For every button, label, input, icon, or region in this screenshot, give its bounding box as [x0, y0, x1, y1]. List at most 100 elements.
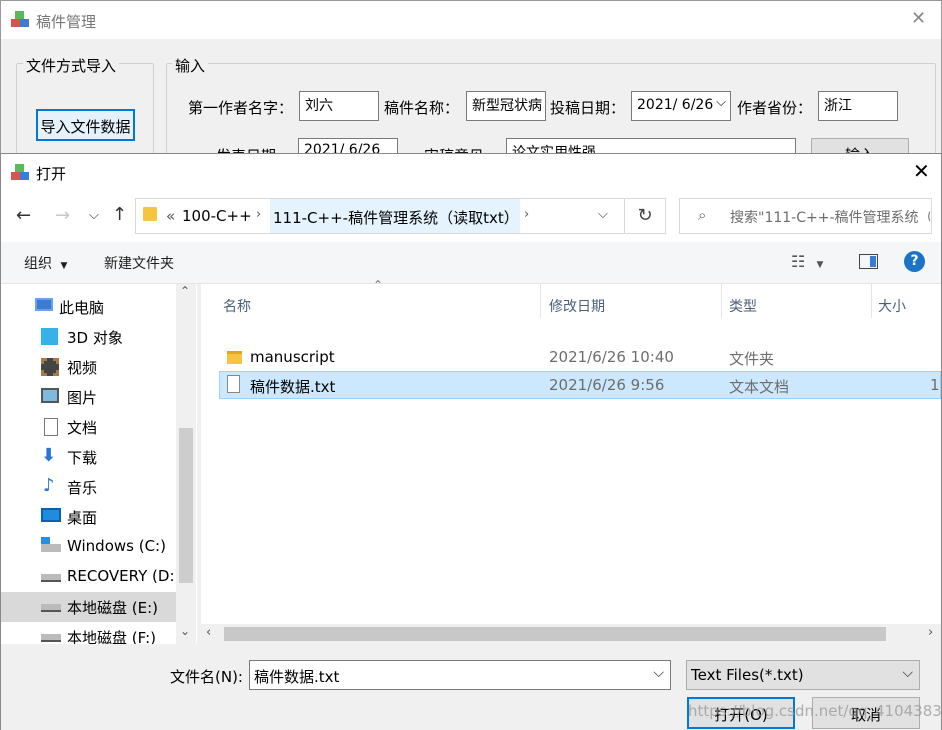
file-type: 文件夹	[729, 350, 775, 368]
filename-input[interactable]: 稿件数据.txt ⌵	[249, 660, 671, 690]
nav-item-local-disk-e[interactable]: 本地磁盘 (E:)	[1, 592, 176, 622]
submit-date-label: 投稿日期：	[550, 99, 626, 117]
breadcrumb-separator-icon: ›	[524, 207, 530, 222]
file-modified: 2021/6/26 10:40	[549, 348, 674, 366]
nav-scrollbar[interactable]: ⌃ ⌄	[176, 284, 196, 644]
dialog-title: 打开	[36, 165, 67, 183]
column-header-modified[interactable]: 修改日期	[549, 288, 605, 322]
file-type-filter[interactable]: Text Files(*.txt) ⌵	[686, 660, 920, 690]
nav-label: 3D 对象	[67, 329, 123, 347]
address-dropdown-chevron-icon[interactable]: ⌵	[598, 207, 608, 222]
column-divider[interactable]	[871, 284, 872, 318]
windows-logo-icon	[41, 537, 50, 544]
nav-item-local-disk-f[interactable]: 本地磁盘 (F:)	[1, 622, 176, 644]
close-icon[interactable]: ✕	[911, 9, 926, 29]
scroll-left-icon[interactable]: ‹	[206, 625, 211, 640]
column-divider[interactable]	[721, 284, 722, 318]
organize-menu[interactable]: 组织 ▼	[24, 253, 67, 273]
nav-item-windows-c[interactable]: Windows (C:)	[1, 532, 176, 562]
file-row-manuscript-data-txt[interactable]: 稿件数据.txt 2021/6/26 9:56 文本文档 1	[219, 371, 941, 399]
back-arrow-icon[interactable]: ←	[16, 206, 31, 226]
filename-label: 文件名(N):	[170, 668, 243, 686]
recent-locations-chevron-icon[interactable]: ⌵	[89, 206, 99, 226]
chevron-down-icon: ⌵	[716, 95, 726, 110]
nav-label: 音乐	[67, 479, 98, 497]
nav-item-recovery-d[interactable]: RECOVERY (D:)	[1, 562, 180, 592]
file-row-manuscript[interactable]: manuscript 2021/6/26 10:40 文件夹	[219, 344, 941, 372]
refresh-icon[interactable]: ↻	[624, 198, 666, 234]
nav-label: 图片	[67, 389, 98, 407]
nav-item-videos[interactable]: 视频	[1, 352, 176, 382]
nav-item-this-pc[interactable]: 此电脑	[1, 292, 176, 322]
organize-label: 组织	[24, 256, 52, 272]
drive-icon	[41, 604, 61, 612]
windows-drive-icon	[41, 544, 61, 552]
nav-item-desktop[interactable]: 桌面	[1, 502, 176, 532]
column-divider[interactable]	[540, 284, 541, 318]
chevron-down-icon[interactable]: ⌵	[653, 665, 664, 681]
submit-date-picker[interactable]: 2021/ 6/26 ⌵	[631, 91, 731, 121]
search-icon: ⌕	[698, 206, 707, 224]
column-header-name[interactable]: 名称	[223, 288, 251, 322]
nav-item-music[interactable]: ♪ 音乐	[1, 472, 176, 502]
manuscript-title-label: 稿件名称：	[384, 99, 460, 117]
new-folder-button[interactable]: 新建文件夹	[104, 253, 174, 273]
nav-item-documents[interactable]: 文档	[1, 412, 176, 442]
forward-arrow-icon[interactable]: →	[55, 206, 70, 226]
preview-pane-fill	[870, 256, 876, 267]
file-type: 文本文档	[729, 378, 790, 396]
app-icon	[11, 11, 31, 29]
dialog-titlebar: 打开 ✕	[1, 154, 941, 192]
scroll-down-icon[interactable]: ⌄	[180, 624, 190, 638]
import-group-label: 文件方式导入	[23, 55, 120, 76]
nav-item-downloads[interactable]: ⬇ 下载	[1, 442, 176, 472]
nav-item-3d-objects[interactable]: 3D 对象	[1, 322, 176, 352]
help-icon[interactable]: ?	[904, 251, 925, 272]
file-name: manuscript	[250, 348, 335, 366]
scroll-up-icon[interactable]: ⌃	[180, 284, 190, 298]
view-options-icon[interactable]: ☷ ▼	[791, 252, 823, 271]
manuscript-title-input[interactable]: 新型冠状病	[466, 91, 546, 121]
chevron-down-icon: ⌵	[902, 665, 913, 681]
nav-scroll-thumb[interactable]	[179, 428, 193, 583]
caret-down-icon: ▼	[816, 260, 824, 270]
window-title: 稿件管理	[36, 13, 97, 31]
navigation-pane: 此电脑 3D 对象 视频 图片 文档 ⬇ 下载 ♪ 音乐 桌面 Windows …	[1, 284, 197, 644]
preview-pane-icon[interactable]	[859, 254, 878, 269]
breadcrumb-overflow[interactable]: «	[166, 207, 175, 225]
nav-label: RECOVERY (D:)	[67, 567, 181, 585]
pictures-icon	[41, 388, 59, 403]
up-arrow-icon[interactable]: ↑	[112, 205, 127, 225]
computer-icon	[35, 298, 53, 311]
province-label: 作者省份：	[737, 99, 813, 117]
command-toolbar: 组织 ▼ 新建文件夹 ☷ ▼ ?	[1, 242, 941, 284]
author-input[interactable]: 刘六	[299, 91, 379, 121]
folder-icon	[227, 351, 242, 364]
search-input[interactable]: ⌕ 搜索"111-C++-稿件管理系统（读取txt）"	[679, 198, 932, 234]
close-icon[interactable]: ✕	[913, 160, 930, 182]
column-header-size[interactable]: 大小	[878, 288, 906, 322]
scroll-right-icon[interactable]: ›	[928, 625, 933, 640]
nav-label: Windows (C:)	[67, 537, 166, 555]
navigation-bar: ← → ⌵ ↑ « 100-C++ › 111-C++-稿件管理系统（读取txt…	[1, 192, 941, 242]
horizontal-scrollbar[interactable]: ‹ ›	[201, 624, 941, 644]
breadcrumb-separator-icon: ›	[256, 207, 262, 222]
background-titlebar: 稿件管理 ✕	[1, 1, 941, 39]
nav-item-pictures[interactable]: 图片	[1, 382, 176, 412]
nav-label: 本地磁盘 (F:)	[67, 629, 156, 644]
file-list-pane: ⌃ 名称 修改日期 类型 大小 manuscript 2021/6/26 10:…	[201, 278, 941, 644]
drive-icon	[41, 574, 61, 582]
breadcrumb-item-current[interactable]: 111-C++-稿件管理系统（读取txt）	[273, 207, 519, 228]
address-bar[interactable]: « 100-C++ › 111-C++-稿件管理系统（读取txt） › ⌵	[135, 198, 625, 234]
folder-icon	[143, 207, 157, 221]
import-file-button[interactable]: 导入文件数据	[36, 109, 135, 141]
horizontal-scroll-thumb[interactable]	[224, 627, 886, 641]
breadcrumb-item-100-cpp[interactable]: 100-C++	[182, 207, 252, 225]
column-header-type[interactable]: 类型	[729, 288, 757, 322]
open-file-dialog: 打开 ✕ ← → ⌵ ↑ « 100-C++ › 111-C++-稿件管理系统（…	[0, 153, 942, 730]
text-file-icon	[227, 375, 240, 393]
filename-value: 稿件数据.txt	[254, 668, 340, 686]
video-icon	[41, 358, 59, 376]
file-name: 稿件数据.txt	[250, 378, 336, 396]
province-input[interactable]: 浙江	[818, 91, 898, 121]
